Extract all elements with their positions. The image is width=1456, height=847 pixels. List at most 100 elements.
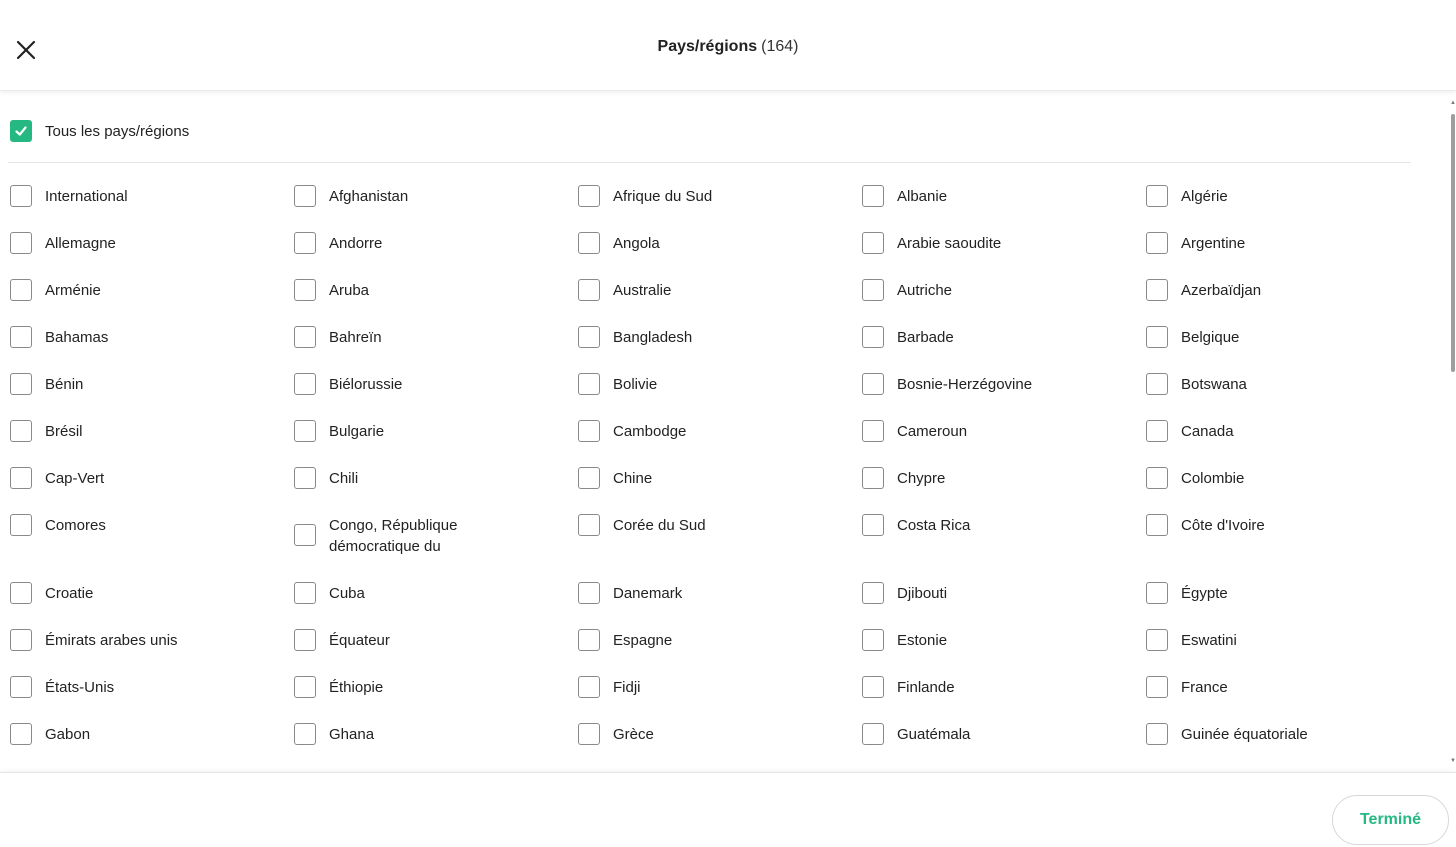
done-button[interactable]: Terminé	[1332, 795, 1449, 845]
country-option[interactable]: Botswana	[1146, 373, 1430, 420]
country-checkbox[interactable]	[294, 373, 316, 395]
country-option[interactable]: Afghanistan	[294, 185, 578, 232]
country-checkbox[interactable]	[862, 514, 884, 536]
country-option[interactable]: Afrique du Sud	[578, 185, 862, 232]
country-checkbox[interactable]	[1146, 420, 1168, 442]
country-option[interactable]: Corée du Sud	[578, 514, 862, 582]
country-checkbox[interactable]	[10, 326, 32, 348]
country-option[interactable]: Côte d'Ivoire	[1146, 514, 1430, 582]
country-option[interactable]: Guinée équatoriale	[1146, 723, 1430, 770]
country-option[interactable]: Bosnie-Herzégovine	[862, 373, 1146, 420]
country-option[interactable]: États-Unis	[10, 676, 294, 723]
country-option[interactable]: Bangladesh	[578, 326, 862, 373]
country-checkbox[interactable]	[578, 676, 600, 698]
country-option[interactable]: Bulgarie	[294, 420, 578, 467]
country-checkbox[interactable]	[10, 420, 32, 442]
country-option[interactable]: Arabie saoudite	[862, 232, 1146, 279]
country-option[interactable]: Congo, République démocratique du	[294, 514, 578, 582]
country-option[interactable]: Aruba	[294, 279, 578, 326]
country-option[interactable]: France	[1146, 676, 1430, 723]
country-option[interactable]: Fidji	[578, 676, 862, 723]
country-checkbox[interactable]	[1146, 676, 1168, 698]
country-option[interactable]: Comores	[10, 514, 294, 582]
country-option[interactable]: Algérie	[1146, 185, 1430, 232]
country-checkbox[interactable]	[1146, 373, 1168, 395]
country-option[interactable]: Danemark	[578, 582, 862, 629]
country-checkbox[interactable]	[10, 373, 32, 395]
country-option[interactable]: Belgique	[1146, 326, 1430, 373]
country-option[interactable]: Chili	[294, 467, 578, 514]
country-checkbox[interactable]	[10, 514, 32, 536]
country-option[interactable]: Bolivie	[578, 373, 862, 420]
country-option[interactable]: Grèce	[578, 723, 862, 770]
country-option[interactable]: Argentine	[1146, 232, 1430, 279]
country-checkbox[interactable]	[10, 723, 32, 745]
country-checkbox[interactable]	[578, 582, 600, 604]
country-option[interactable]: Égypte	[1146, 582, 1430, 629]
country-option[interactable]: Croatie	[10, 582, 294, 629]
scrollbar-thumb[interactable]	[1451, 114, 1455, 372]
country-checkbox[interactable]	[1146, 629, 1168, 651]
country-option[interactable]: Éthiopie	[294, 676, 578, 723]
country-checkbox[interactable]	[294, 232, 316, 254]
country-checkbox[interactable]	[294, 420, 316, 442]
country-checkbox[interactable]	[862, 373, 884, 395]
country-checkbox[interactable]	[862, 629, 884, 651]
country-checkbox[interactable]	[294, 723, 316, 745]
country-option[interactable]: Cameroun	[862, 420, 1146, 467]
country-checkbox[interactable]	[578, 723, 600, 745]
country-option[interactable]: Cap-Vert	[10, 467, 294, 514]
country-checkbox[interactable]	[578, 629, 600, 651]
country-checkbox[interactable]	[294, 467, 316, 489]
country-checkbox[interactable]	[1146, 232, 1168, 254]
scrollbar[interactable]: ▲ ▼	[1450, 100, 1456, 764]
country-checkbox[interactable]	[1146, 514, 1168, 536]
country-checkbox[interactable]	[578, 467, 600, 489]
country-checkbox[interactable]	[10, 676, 32, 698]
country-checkbox[interactable]	[862, 232, 884, 254]
country-checkbox[interactable]	[294, 279, 316, 301]
country-checkbox[interactable]	[578, 373, 600, 395]
country-option[interactable]: Brésil	[10, 420, 294, 467]
country-option[interactable]: Bénin	[10, 373, 294, 420]
scroll-up-arrow-icon[interactable]: ▲	[1450, 100, 1456, 106]
country-option[interactable]: Chypre	[862, 467, 1146, 514]
select-all-option[interactable]: Tous les pays/régions	[10, 120, 189, 142]
country-checkbox[interactable]	[294, 629, 316, 651]
country-checkbox[interactable]	[862, 467, 884, 489]
country-checkbox[interactable]	[578, 420, 600, 442]
country-checkbox[interactable]	[1146, 582, 1168, 604]
country-option[interactable]: Biélorussie	[294, 373, 578, 420]
country-checkbox[interactable]	[862, 723, 884, 745]
country-checkbox[interactable]	[578, 279, 600, 301]
country-option[interactable]: Colombie	[1146, 467, 1430, 514]
country-option[interactable]: Angola	[578, 232, 862, 279]
country-option[interactable]: Cambodge	[578, 420, 862, 467]
country-option[interactable]: Espagne	[578, 629, 862, 676]
country-checkbox[interactable]	[1146, 467, 1168, 489]
country-checkbox[interactable]	[294, 524, 316, 546]
country-checkbox[interactable]	[10, 185, 32, 207]
country-option[interactable]: Albanie	[862, 185, 1146, 232]
country-checkbox[interactable]	[578, 232, 600, 254]
country-option[interactable]: Émirats arabes unis	[10, 629, 294, 676]
country-checkbox[interactable]	[1146, 723, 1168, 745]
country-checkbox[interactable]	[294, 582, 316, 604]
country-checkbox[interactable]	[578, 326, 600, 348]
country-option[interactable]: Gabon	[10, 723, 294, 770]
country-option[interactable]: Finlande	[862, 676, 1146, 723]
scroll-down-arrow-icon[interactable]: ▼	[1450, 758, 1456, 764]
country-option[interactable]: Cuba	[294, 582, 578, 629]
country-checkbox[interactable]	[862, 279, 884, 301]
country-checkbox[interactable]	[10, 582, 32, 604]
country-checkbox[interactable]	[578, 514, 600, 536]
country-option[interactable]: Djibouti	[862, 582, 1146, 629]
country-checkbox[interactable]	[1146, 279, 1168, 301]
country-checkbox[interactable]	[1146, 326, 1168, 348]
country-option[interactable]: Costa Rica	[862, 514, 1146, 582]
country-option[interactable]: Arménie	[10, 279, 294, 326]
country-option[interactable]: Bahamas	[10, 326, 294, 373]
country-checkbox[interactable]	[862, 420, 884, 442]
country-checkbox[interactable]	[862, 676, 884, 698]
country-checkbox[interactable]	[10, 467, 32, 489]
